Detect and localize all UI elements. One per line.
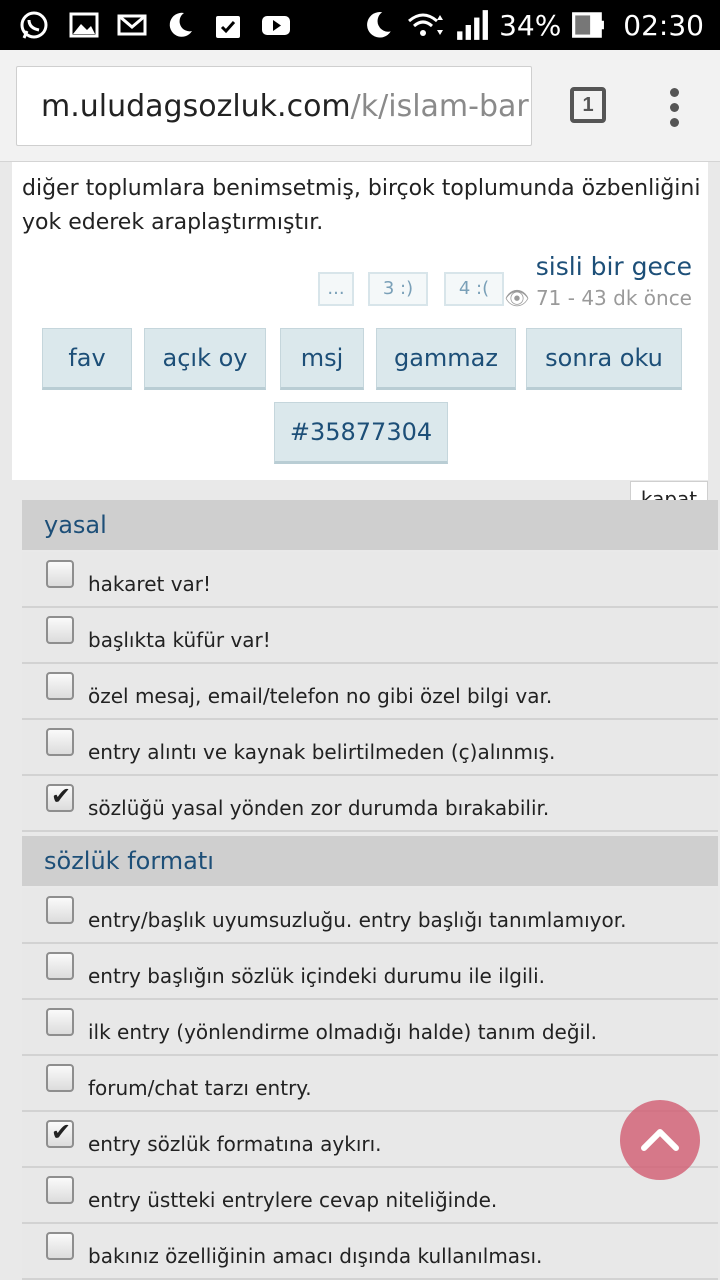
report-option-label: sözlüğü yasal yönden zor durumda bırakab… (88, 796, 550, 820)
entry-text: diğer toplumlara benimsetmiş, birçok top… (22, 176, 701, 235)
report-option-label: entry üstteki entrylere cevap niteliğind… (88, 1188, 498, 1212)
section-format-header: sözlük formatı (22, 836, 718, 886)
checkbox[interactable] (46, 1008, 74, 1036)
url-path: /k/islam-barı (350, 89, 532, 124)
whatsapp-icon (20, 11, 48, 39)
report-option[interactable]: entry başlığın sözlük içindeki durumu il… (22, 944, 718, 1000)
report-option-label: forum/chat tarzı entry. (88, 1076, 312, 1100)
report-option[interactable]: bakınız özelliğinin amacı dışında kullan… (22, 1224, 718, 1280)
report-option[interactable]: entry alıntı ve kaynak belirtilmeden (ç)… (22, 720, 718, 776)
wifi-icon (408, 13, 444, 36)
report-option-label: entry/başlık uyumsuzluğu. entry başlığı … (88, 908, 627, 932)
report-option-label: entry başlığın sözlük içindeki durumu il… (88, 964, 546, 988)
checkbox[interactable] (46, 952, 74, 980)
signal-icon (457, 10, 488, 40)
check-icon: ✔ (51, 782, 72, 810)
entry-meta-text: 71 - 43 dk önce (535, 286, 692, 310)
report-option[interactable]: özel mesaj, email/telefon no gibi özel b… (22, 664, 718, 720)
report-option-label: ilk entry (yönlendirme olmadığı halde) t… (88, 1020, 598, 1044)
overflow-menu-icon[interactable] (664, 88, 684, 128)
report-option[interactable]: başlıkta küfür var! (22, 608, 718, 664)
mail-icon (117, 14, 147, 36)
checkbox[interactable] (46, 1064, 74, 1092)
entry-id-button[interactable]: #35877304 (274, 402, 448, 464)
checkbox[interactable] (46, 1232, 74, 1260)
report-option-label: başlıkta küfür var! (88, 628, 271, 652)
report-option-label: entry sözlük formatına aykırı. (88, 1132, 382, 1156)
report-option-label: özel mesaj, email/telefon no gibi özel b… (88, 684, 553, 708)
entry-meta: 👁 71 - 43 dk önce (504, 286, 692, 310)
youtube-icon (262, 16, 290, 35)
entry-author[interactable]: sisli bir gece (536, 252, 692, 281)
battery-percent: 34% (499, 8, 562, 42)
report-option[interactable]: hakaret var! (22, 552, 718, 608)
message-button[interactable]: msj (280, 328, 364, 390)
checkbox-checked[interactable]: ✔ (46, 782, 74, 812)
moon-icon (367, 12, 391, 38)
battery-icon (572, 12, 605, 38)
checkbox[interactable] (46, 896, 74, 924)
checkbox[interactable] (46, 1176, 74, 1204)
report-option-label: entry alıntı ve kaynak belirtilmeden (ç)… (88, 740, 556, 764)
moon-icon (169, 12, 192, 37)
report-option[interactable]: ✔ entry sözlük formatına aykırı. (22, 1112, 718, 1168)
scroll-to-top-button[interactable] (620, 1100, 700, 1180)
report-option[interactable]: forum/chat tarzı entry. (22, 1056, 718, 1112)
vote-up-button[interactable]: 3 :) (368, 272, 428, 306)
url-bar[interactable]: m.uludagsozluk.com/k/islam-barı (16, 66, 532, 146)
report-option[interactable]: entry üstteki entrylere cevap niteliğind… (22, 1168, 718, 1224)
gallery-icon (69, 12, 99, 38)
report-button[interactable]: gammaz (376, 328, 516, 390)
tab-switcher-button[interactable]: 1 (570, 87, 606, 123)
read-later-button[interactable]: sonra oku (526, 328, 682, 390)
report-option-label: bakınız özelliğinin amacı dışında kullan… (88, 1244, 543, 1268)
status-bar: 34% 02:30 (0, 0, 720, 50)
report-option[interactable]: ilk entry (yönlendirme olmadığı halde) t… (22, 1000, 718, 1056)
check-icon: ✔ (51, 1118, 72, 1146)
entry-card: diğer toplumlara benimsetmiş, birçok top… (12, 162, 708, 480)
open-vote-button[interactable]: açık oy (144, 328, 266, 390)
section-legal-header: yasal (22, 500, 718, 550)
report-option[interactable]: ✔ sözlüğü yasal yönden zor durumda bırak… (22, 776, 718, 832)
report-option[interactable]: entry/başlık uyumsuzluğu. entry başlığı … (22, 888, 718, 944)
checkbox[interactable] (46, 560, 74, 588)
clock: 02:30 (623, 8, 704, 42)
browser-toolbar: m.uludagsozluk.com/k/islam-barı 1 (0, 50, 720, 162)
calendar-check-icon (216, 16, 240, 38)
checkbox[interactable] (46, 616, 74, 644)
vote-more-button[interactable]: ... (318, 272, 354, 306)
vote-down-button[interactable]: 4 :( (444, 272, 504, 306)
chevron-up-icon (641, 1129, 679, 1151)
checkbox-checked[interactable]: ✔ (46, 1118, 74, 1148)
checkbox[interactable] (46, 728, 74, 756)
eye-icon: 👁 (504, 286, 530, 310)
url-domain: m.uludagsozluk.com (41, 89, 351, 124)
report-option-label: hakaret var! (88, 572, 212, 596)
fav-button[interactable]: fav (42, 328, 132, 390)
checkbox[interactable] (46, 672, 74, 700)
